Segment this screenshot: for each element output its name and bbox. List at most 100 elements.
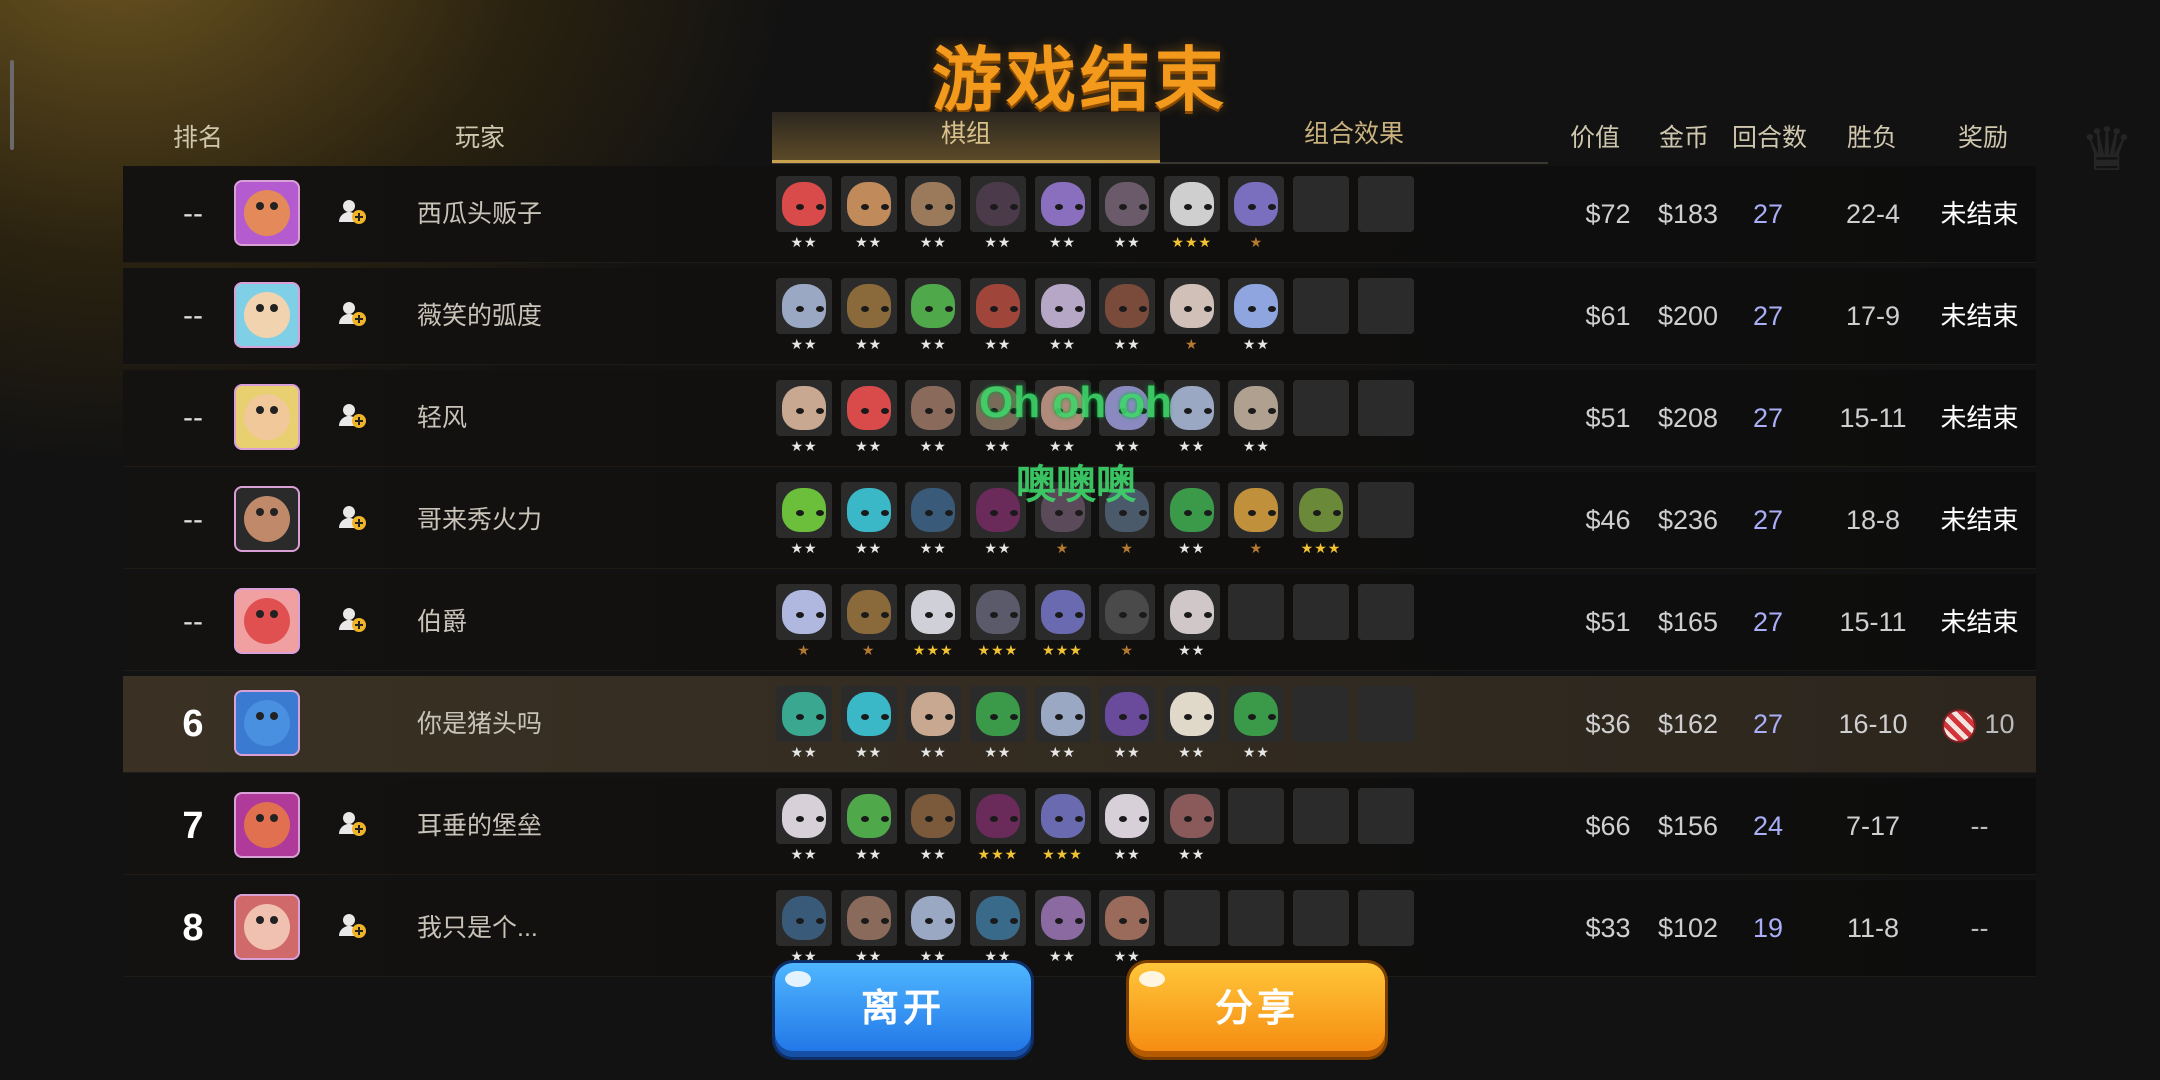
- player-avatar[interactable]: [234, 180, 300, 246]
- unit-eye: [925, 714, 934, 720]
- table-row[interactable]: -- 伯爵 ★ ★ ★★★ ★★★ ★★★ ★ ★★ $51 $165 27 15-11 未结束: [123, 574, 2036, 671]
- unit-slot[interactable]: [840, 176, 897, 232]
- unit-eye: [1183, 816, 1192, 822]
- unit-slot[interactable]: [1034, 584, 1091, 640]
- player-avatar[interactable]: [234, 792, 300, 858]
- unit-slot[interactable]: [840, 584, 897, 640]
- unit-slot[interactable]: [840, 482, 897, 538]
- unit-slot[interactable]: [840, 380, 897, 436]
- unit-slot[interactable]: [1163, 686, 1220, 742]
- table-row[interactable]: 6 你是猪头吗 ★★ ★★ ★★ ★★ ★★ ★★ ★★ ★★ $36 $162 27 16-10 10: [123, 676, 2036, 773]
- tab-synergy[interactable]: 组合效果: [1160, 112, 1548, 160]
- leave-button[interactable]: 离开: [775, 963, 1031, 1057]
- unit-star-rating: ★★★: [1042, 846, 1083, 862]
- player-avatar[interactable]: [234, 690, 300, 756]
- unit-slot[interactable]: [1228, 482, 1285, 538]
- value-cell: $66: [1585, 811, 1631, 841]
- unit-slot[interactable]: [905, 788, 962, 844]
- unit-eye: [1183, 408, 1192, 414]
- player-avatar[interactable]: [234, 282, 300, 348]
- unit-slot[interactable]: [1034, 278, 1091, 334]
- unit-slot[interactable]: [1034, 176, 1091, 232]
- unit-head-icon: [1105, 896, 1150, 940]
- unit-slot[interactable]: [1228, 380, 1285, 436]
- add-friend-icon[interactable]: [337, 400, 367, 430]
- wl-cell: 11-8: [1846, 913, 1900, 943]
- unit-slot[interactable]: [905, 890, 962, 946]
- unit-slot[interactable]: [776, 176, 832, 232]
- add-friend-icon[interactable]: [337, 604, 367, 634]
- unit-slot[interactable]: [1293, 482, 1349, 538]
- add-friend-icon[interactable]: [337, 808, 367, 838]
- empty-unit-slot: [1228, 788, 1285, 844]
- unit-slot[interactable]: [1034, 686, 1091, 742]
- unit-slot[interactable]: [1099, 788, 1156, 844]
- unit-eye: [860, 204, 869, 210]
- unit-slot[interactable]: [1163, 482, 1220, 538]
- unit-slot[interactable]: [905, 380, 962, 436]
- unit-slot[interactable]: [840, 686, 897, 742]
- unit-slot[interactable]: [969, 584, 1026, 640]
- unit-slot[interactable]: [1228, 176, 1285, 232]
- unit-slot[interactable]: [776, 890, 832, 946]
- unit-slot[interactable]: [776, 686, 832, 742]
- unit-slot[interactable]: [1099, 890, 1156, 946]
- unit-slot[interactable]: [1228, 686, 1285, 742]
- unit-slot[interactable]: [776, 584, 832, 640]
- unit-slot[interactable]: [776, 788, 832, 844]
- unit-slot[interactable]: [905, 482, 962, 538]
- unit-star-rating: ★★★: [1042, 642, 1083, 658]
- unit-eye: [880, 204, 889, 210]
- unit-slot[interactable]: [969, 278, 1026, 334]
- player-avatar[interactable]: [234, 384, 300, 450]
- unit-slot[interactable]: [1163, 380, 1220, 436]
- unit-slot[interactable]: [905, 278, 962, 334]
- unit-slot[interactable]: [840, 788, 897, 844]
- unit-star-rating: ★★: [790, 336, 818, 352]
- tab-board[interactable]: 棋组: [772, 112, 1160, 163]
- unit-slot[interactable]: [1034, 788, 1091, 844]
- unit-slot[interactable]: [1228, 278, 1285, 334]
- unit-slot[interactable]: [1099, 278, 1156, 334]
- table-row[interactable]: -- 西瓜头贩子 ★★ ★★ ★★ ★★ ★★ ★★ ★★★ ★ $72 $183 27 22-4 未结束: [123, 166, 2036, 263]
- unit-eye: [1183, 306, 1192, 312]
- player-avatar[interactable]: [234, 894, 300, 960]
- table-row[interactable]: 8 我只是个... ★★ ★★ ★★ ★★ ★★ ★★ $33 $102 19 11-8 --: [123, 880, 2036, 977]
- wl-cell: 15-11: [1839, 403, 1907, 433]
- unit-slot[interactable]: [1099, 686, 1156, 742]
- unit-slot[interactable]: [969, 686, 1026, 742]
- unit-slot[interactable]: [969, 176, 1026, 232]
- unit-slot[interactable]: [1099, 584, 1156, 640]
- unit-slot[interactable]: [840, 278, 897, 334]
- unit-slot[interactable]: [1163, 278, 1220, 334]
- header-reward: 奖励: [1958, 124, 2009, 152]
- add-friend-icon[interactable]: [337, 196, 367, 226]
- unit-slot[interactable]: [1099, 176, 1156, 232]
- table-row[interactable]: 7 耳垂的堡垒 ★★ ★★ ★★ ★★★ ★★★ ★★ ★★ $66 $156 24 7-17 --: [123, 778, 2036, 875]
- unit-slot[interactable]: [905, 176, 962, 232]
- unit-slot[interactable]: [969, 788, 1026, 844]
- add-friend-icon[interactable]: [337, 502, 367, 532]
- empty-unit-slot: [1293, 380, 1349, 436]
- unit-slot[interactable]: [1163, 176, 1220, 232]
- unit-slot[interactable]: [776, 482, 832, 538]
- unit-slot[interactable]: [1034, 890, 1091, 946]
- unit-slot[interactable]: [905, 584, 962, 640]
- unit-slot[interactable]: [840, 890, 897, 946]
- add-friend-icon[interactable]: [337, 298, 367, 328]
- player-avatar[interactable]: [234, 588, 300, 654]
- avatar-face: [244, 598, 290, 644]
- unit-slot[interactable]: [1163, 584, 1220, 640]
- unit-slot[interactable]: [776, 278, 832, 334]
- player-avatar[interactable]: [234, 486, 300, 552]
- unit-head-icon: [911, 590, 956, 634]
- unit-head-icon: [782, 182, 826, 226]
- add-friend-icon[interactable]: [337, 910, 367, 940]
- unit-head-icon: [1234, 488, 1279, 532]
- unit-slot[interactable]: [905, 686, 962, 742]
- unit-slot[interactable]: [776, 380, 832, 436]
- table-row[interactable]: -- 薇笑的弧度 ★★ ★★ ★★ ★★ ★★ ★★ ★ ★★ $61 $200 27 17-9 未结束: [123, 268, 2036, 365]
- share-button[interactable]: 分享: [1129, 963, 1385, 1057]
- unit-slot[interactable]: [1163, 788, 1220, 844]
- unit-slot[interactable]: [969, 890, 1026, 946]
